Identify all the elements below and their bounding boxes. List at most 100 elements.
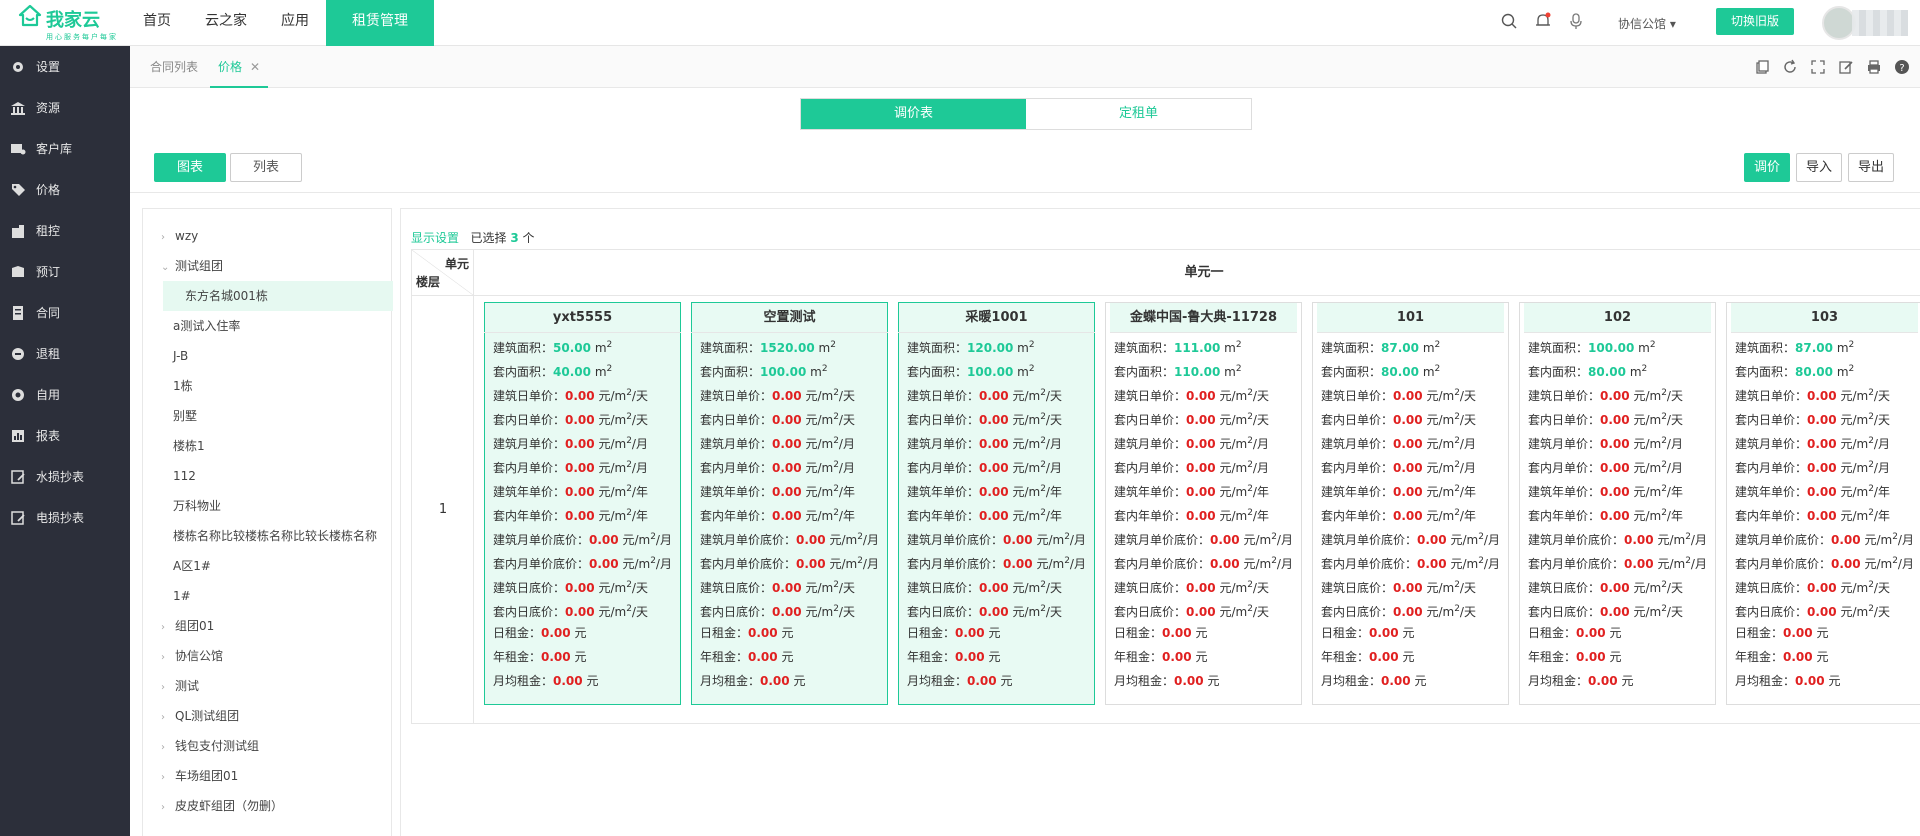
customer-icon (11, 143, 26, 154)
chevron-right-icon[interactable]: › (161, 673, 175, 701)
segment-rent-order[interactable]: 定租单 (1026, 99, 1251, 129)
topnav-item[interactable]: 租赁管理 (326, 0, 434, 46)
tree-node[interactable]: 万科物业 (143, 491, 393, 521)
room-card[interactable]: 103 建筑面积：87.00 m2 套内面积：80.00 m2 建筑日单价：0.00 … (1726, 302, 1920, 705)
price-row-unit: 元/m (805, 485, 834, 499)
sidebar-item[interactable]: 资源 (0, 87, 130, 128)
search-icon[interactable] (1500, 12, 1518, 30)
sidebar-item[interactable]: 设置 (0, 46, 130, 87)
price-row-label: 建筑日单价： (1735, 389, 1808, 403)
room-card[interactable]: yxt5555 建筑面积：50.00 m2 套内面积：40.00 m2 建筑日单价：0… (484, 302, 681, 705)
price-row-unit: 元/m (598, 581, 627, 595)
tree-node[interactable]: 楼栋1 (143, 431, 393, 461)
tree-node[interactable]: 楼栋名称比较楼栋名称比较长楼栋名称 (143, 521, 393, 551)
microphone-icon[interactable] (1567, 12, 1585, 30)
org-selector[interactable]: 协信公馆 ▾ (1618, 15, 1676, 32)
room-price-row: 建筑月单价：0.00 元/m2/月 (485, 429, 680, 453)
edit-icon[interactable] (1838, 59, 1854, 75)
chevron-down-icon[interactable]: ⌄ (161, 253, 175, 281)
sidebar-item[interactable]: 自用 (0, 374, 130, 415)
bank-icon (11, 101, 25, 115)
price-row-label: 套内年单价： (1735, 509, 1808, 523)
sidebar-item[interactable]: 报表 (0, 415, 130, 456)
price-row-label: 套内月单价底价： (1528, 557, 1625, 571)
price-row-label: 建筑日底价： (1321, 581, 1394, 595)
topnav-item[interactable]: 首页 (126, 0, 188, 46)
org-name: 协信公馆 (1618, 17, 1667, 31)
tree-node[interactable]: › 皮皮虾组团（勿删） (143, 791, 393, 821)
room-card[interactable]: 采暖1001 建筑面积：120.00 m2 套内面积：100.00 m2 建筑日单价：… (898, 302, 1095, 705)
tree-node[interactable]: › 钱包支付测试组 (143, 731, 393, 761)
sidebar-item[interactable]: 客户库 (0, 128, 130, 169)
tab-contract-list[interactable]: 合同列表 (150, 46, 198, 88)
price-row-value: 0.00 (967, 674, 997, 688)
fullscreen-icon[interactable] (1810, 59, 1826, 75)
price-row-unit: 元 (574, 650, 587, 664)
room-card[interactable]: 101 建筑面积：87.00 m2 套内面积：80.00 m2 建筑日单价：0.00 … (1312, 302, 1509, 705)
topnav-item[interactable]: 云之家 (188, 0, 264, 46)
chevron-right-icon[interactable]: › (161, 613, 175, 641)
segment-price-adjust[interactable]: 调价表 (801, 99, 1026, 129)
price-row-unit-exponent: 2 (1434, 364, 1441, 374)
sidebar-item[interactable]: 预订 (0, 251, 130, 292)
view-list-button[interactable]: 列表 (230, 153, 303, 182)
price-row-value: 0.00 (589, 557, 619, 571)
brand-logo[interactable]: 我家云 用心服务每户每家 (18, 4, 130, 42)
room-card[interactable]: 102 建筑面积：100.00 m2 套内面积：80.00 m2 建筑日单价：0.00… (1519, 302, 1716, 705)
export-button[interactable]: 导出 (1847, 153, 1894, 182)
sidebar-item[interactable]: 价格 (0, 169, 130, 210)
tree-node[interactable]: J-B (143, 341, 393, 371)
tree-node[interactable]: 别墅 (143, 401, 393, 431)
chevron-right-icon[interactable]: › (161, 733, 175, 761)
room-card[interactable]: 金蝶中国-鲁大典-11728 建筑面积：111.00 m2 套内面积：110.00 … (1105, 302, 1302, 705)
sidebar-item[interactable]: 租控 (0, 210, 130, 251)
chevron-right-icon[interactable]: › (161, 763, 175, 791)
sidebar-item[interactable]: 合同 (0, 292, 130, 333)
price-row-value: 0.00 (1600, 413, 1630, 427)
price-row-label: 建筑月单价底价： (493, 533, 590, 547)
price-row-label: 建筑年单价： (907, 485, 980, 499)
chevron-right-icon[interactable]: › (161, 793, 175, 821)
bell-icon[interactable] (1534, 12, 1552, 30)
tree-node[interactable]: 1栋 (143, 371, 393, 401)
print-icon[interactable] (1866, 59, 1882, 75)
view-chart-button[interactable]: 图表 (154, 153, 227, 182)
room-price-row: 套内年单价：0.00 元/m2/年 (1520, 501, 1715, 525)
sidebar-item-label: 预订 (36, 265, 61, 279)
tree-node[interactable]: a测试入住率 (143, 311, 393, 341)
close-icon[interactable]: ✕ (250, 60, 260, 74)
topnav-item[interactable]: 应用 (264, 0, 326, 46)
refresh-icon[interactable] (1782, 59, 1798, 75)
import-button[interactable]: 导入 (1795, 153, 1842, 182)
help-icon[interactable]: ? (1894, 59, 1910, 75)
tree-node[interactable]: › 车场组团01 (143, 761, 393, 791)
tree-node[interactable]: 112 (143, 461, 393, 491)
room-price-row: 建筑月单价底价：0.00 元/m2/月 (1520, 525, 1715, 549)
sidebar-item[interactable]: 水损抄表 (0, 456, 130, 497)
chevron-right-icon[interactable]: › (161, 223, 175, 251)
room-card[interactable]: 空置测试 建筑面积：1520.00 m2 套内面积：100.00 m2 建筑日单价：0… (691, 302, 888, 705)
avatar[interactable] (1822, 6, 1856, 40)
tree-node[interactable]: › QL测试组团 (143, 701, 393, 731)
display-settings-link[interactable]: 显示设置 (411, 231, 459, 245)
tree-node[interactable]: ⌄ 测试组团 (143, 251, 393, 281)
tree-node[interactable]: › 组团01 (143, 611, 393, 641)
adjust-price-button[interactable]: 调价 (1743, 153, 1790, 182)
room-price-row: 年租金：0.00 元 (899, 645, 1094, 669)
switch-old-version-button[interactable]: 切换旧版 (1716, 8, 1794, 35)
copy-icon[interactable] (1754, 59, 1770, 75)
tree-node[interactable]: 东方名城001栋 (163, 281, 393, 311)
sidebar-item[interactable]: 电损抄表 (0, 497, 130, 538)
tree-node[interactable]: › 测试 (143, 671, 393, 701)
tree-node-label: 楼栋名称比较楼栋名称比较长楼栋名称 (173, 529, 378, 543)
tree-node[interactable]: › wzy (143, 221, 393, 251)
tree-node[interactable]: 1# (143, 581, 393, 611)
tree-node[interactable]: › 协信公馆 (143, 641, 393, 671)
chevron-right-icon[interactable]: › (161, 643, 175, 671)
tree-node[interactable]: A区1# (143, 551, 393, 581)
price-row-unit: 元/m (1012, 605, 1041, 619)
sidebar-item[interactable]: 退租 (0, 333, 130, 374)
chevron-right-icon[interactable]: › (161, 703, 175, 731)
price-row-label: 套内日底价： (1114, 605, 1187, 619)
tab-price[interactable]: 价格 ✕ (210, 46, 269, 88)
